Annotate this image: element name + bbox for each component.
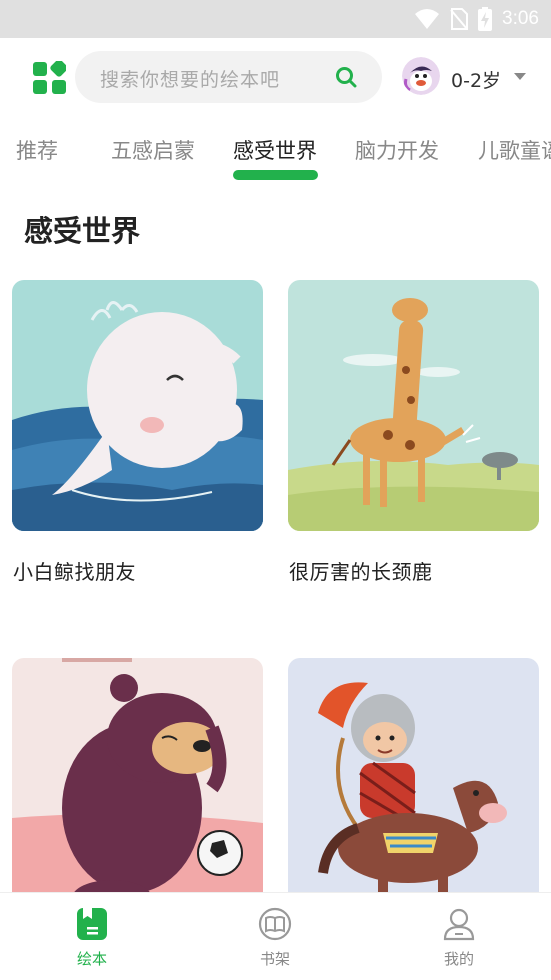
category-tabs: 推荐 五感启蒙 感受世界 脑力开发 儿歌童谣 — [0, 125, 551, 185]
nav-label: 我的 — [443, 950, 474, 968]
header: 搜索你想要的绘本吧 0-2岁 — [0, 38, 551, 118]
book-title[interactable]: 很厉害的长颈鹿 — [289, 556, 433, 585]
caret-down-icon[interactable] — [514, 73, 526, 80]
status-time: 3:06 — [502, 8, 539, 29]
search-icon[interactable] — [335, 66, 357, 88]
wifi-icon — [415, 9, 440, 29]
bottom-nav: 绘本 书架 我的 — [0, 892, 551, 980]
search-input[interactable]: 搜索你想要的绘本吧 — [75, 51, 382, 103]
tab-brain-development[interactable]: 脑力开发 — [355, 135, 439, 165]
book-cover-giraffe[interactable] — [288, 280, 539, 531]
nav-label: 绘本 — [76, 950, 107, 968]
whale-illustration — [12, 280, 263, 531]
nav-item-bookshelf[interactable]: 书架 — [215, 893, 335, 980]
book-cover-bear[interactable] — [12, 658, 263, 909]
book-title[interactable]: 小白鲸找朋友 — [13, 556, 136, 585]
no-sim-icon — [450, 8, 469, 30]
bear-illustration — [12, 658, 263, 909]
apps-grid-icon[interactable] — [33, 59, 68, 94]
knight-illustration — [288, 658, 539, 909]
avatar[interactable] — [402, 57, 440, 95]
battery-charging-icon — [478, 7, 493, 31]
picture-book-icon — [77, 908, 107, 940]
giraffe-illustration — [288, 280, 539, 531]
nav-item-picture-books[interactable]: 绘本 — [32, 893, 152, 980]
nav-item-profile[interactable]: 我的 — [399, 893, 519, 980]
tab-five-senses[interactable]: 五感启蒙 — [111, 135, 195, 165]
status-icons: 3:06 — [414, 6, 539, 32]
bookshelf-icon — [258, 907, 292, 941]
search-placeholder: 搜索你想要的绘本吧 — [100, 69, 281, 91]
profile-icon — [443, 908, 475, 941]
age-selector[interactable]: 0-2岁 — [451, 66, 501, 93]
book-cover-knight[interactable] — [288, 658, 539, 909]
status-bar: 3:06 — [0, 0, 551, 38]
tab-recommend[interactable]: 推荐 — [16, 135, 58, 165]
nav-label: 书架 — [259, 950, 290, 968]
active-tab-indicator — [233, 170, 318, 180]
section-title: 感受世界 — [24, 214, 141, 248]
tab-feel-the-world[interactable]: 感受世界 — [233, 135, 317, 165]
book-cover-whale[interactable] — [12, 280, 263, 531]
tab-nursery-rhymes[interactable]: 儿歌童谣 — [478, 135, 551, 165]
